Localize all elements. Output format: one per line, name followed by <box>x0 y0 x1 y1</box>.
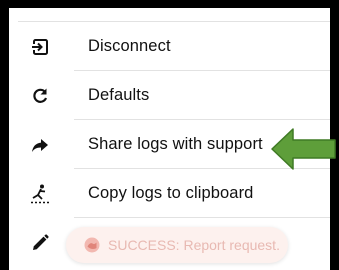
logout-icon <box>27 34 53 60</box>
copy-logs-icon <box>27 181 53 207</box>
success-toast: SUCCESS: Report request. <box>66 227 288 263</box>
annotation-arrow <box>271 128 336 170</box>
menu-item-defaults[interactable]: Defaults <box>9 71 330 120</box>
refresh-icon <box>27 83 53 109</box>
menu-item-label: Share logs with support <box>88 135 263 153</box>
menu-item-label: Disconnect <box>88 37 171 55</box>
menu-item-copy-logs[interactable]: Copy logs to clipboard <box>9 169 330 218</box>
pencil-icon <box>27 230 53 256</box>
menu-item-label: Defaults <box>88 86 150 104</box>
error-badge-icon <box>84 237 100 253</box>
toast-message: SUCCESS: Report request. <box>108 237 280 253</box>
menu-item-label: Copy logs to clipboard <box>88 184 254 202</box>
share-arrow-icon <box>27 132 53 158</box>
menu-item-disconnect[interactable]: Disconnect <box>9 22 330 71</box>
